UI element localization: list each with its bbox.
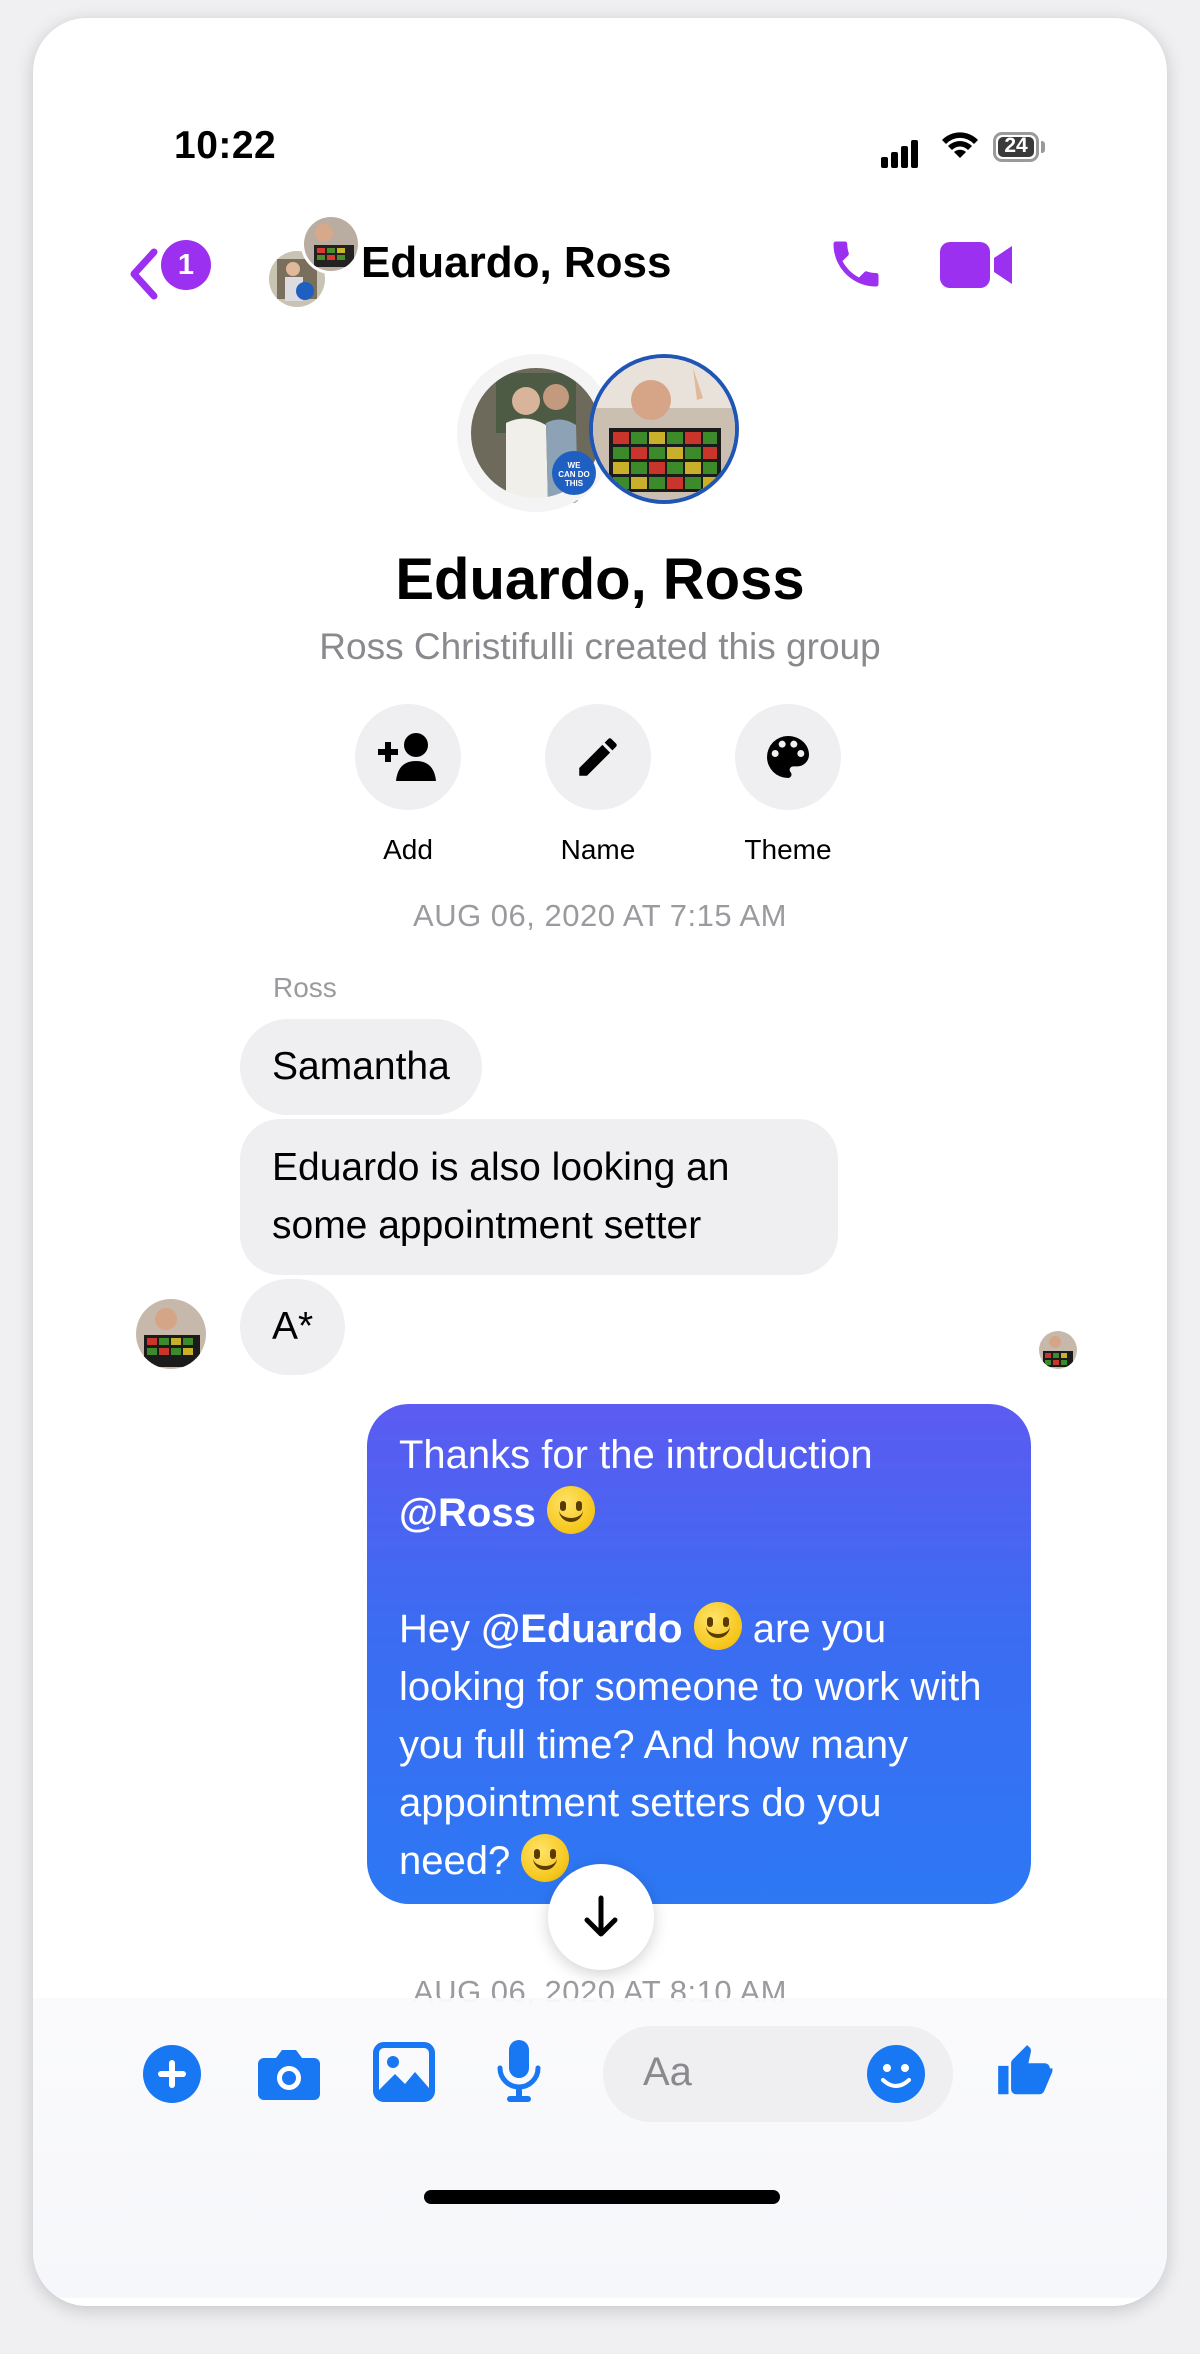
video-camera-icon[interactable]	[938, 238, 1014, 292]
phone-icon[interactable]	[826, 234, 886, 294]
microphone-icon[interactable]	[495, 2038, 543, 2104]
message-bubble[interactable]: Samantha	[240, 1019, 482, 1115]
timestamp: AUG 06, 2020 AT 7:15 AM	[413, 898, 787, 933]
status-time: 10:22	[174, 124, 277, 167]
conversation-title[interactable]: Eduardo, Ross	[361, 238, 672, 288]
outgoing-line: @Ross	[399, 1484, 999, 1542]
unread-badge[interactable]: 1	[161, 240, 211, 290]
add-person-icon[interactable]	[355, 704, 461, 810]
outgoing-message-bubble[interactable]: Thanks for the introduction @Ross Hey @E…	[367, 1404, 1031, 1904]
group-name: Eduardo, Ross	[395, 547, 805, 612]
group-created-note: Ross Christifulli created this group	[319, 626, 881, 667]
pencil-icon[interactable]	[545, 704, 651, 810]
svg-text:WE: WE	[568, 461, 582, 470]
image-icon[interactable]	[373, 2042, 435, 2102]
phone-screen: 10:22 24 1 Eduardo, Ross WE CAN DO THIS …	[33, 18, 1167, 2306]
battery-level: 24	[1004, 134, 1028, 157]
svg-text:THIS: THIS	[565, 479, 584, 488]
avatar-ross-small	[301, 214, 361, 274]
read-receipt-avatar	[1036, 1328, 1080, 1372]
avatar-ross-message[interactable]	[133, 1296, 209, 1372]
thumbs-up-icon[interactable]	[993, 2040, 1055, 2102]
camera-icon[interactable]	[256, 2046, 322, 2102]
outgoing-paragraph: Hey @Eduardo are you looking for someone…	[399, 1600, 999, 1890]
outgoing-line: Thanks for the introduction	[399, 1426, 999, 1484]
scroll-to-bottom-button[interactable]	[548, 1864, 654, 1970]
battery-cap	[1041, 141, 1045, 153]
plus-circle-icon[interactable]	[142, 2044, 202, 2104]
message-text: Hey	[399, 1607, 471, 1651]
message-bubble[interactable]: A*	[240, 1279, 346, 1375]
home-indicator[interactable]	[424, 2190, 780, 2204]
add-label: Add	[383, 834, 433, 865]
mention-eduardo[interactable]: @Eduardo	[481, 1607, 682, 1651]
message-placeholder: Aa	[643, 2050, 692, 2094]
add-member-button[interactable]: Add	[328, 704, 488, 866]
battery-icon: 24	[993, 132, 1039, 162]
smile-emoji-icon	[693, 1602, 742, 1650]
cellular-signal-icon	[881, 136, 921, 168]
emoji-icon[interactable]	[866, 2044, 926, 2104]
theme-label: Theme	[744, 834, 832, 865]
theme-button[interactable]: Theme	[708, 704, 868, 866]
wifi-icon	[942, 132, 978, 158]
name-label: Name	[560, 834, 636, 865]
smile-emoji-icon	[521, 1834, 570, 1882]
group-avatar-ross	[589, 354, 739, 504]
svg-text:CAN DO: CAN DO	[558, 470, 590, 479]
smile-emoji-icon	[546, 1486, 595, 1534]
message-bubble[interactable]: Eduardo is also looking an some appointm…	[240, 1119, 838, 1275]
message-text: Thanks for the introduction	[399, 1433, 873, 1477]
arrow-down-icon	[584, 1895, 618, 1937]
sender-name: Ross	[273, 972, 337, 1003]
palette-icon[interactable]	[735, 704, 841, 810]
mention-ross[interactable]: @Ross	[399, 1491, 536, 1535]
name-group-button[interactable]: Name	[518, 704, 678, 866]
chevron-left-icon[interactable]	[126, 248, 160, 300]
